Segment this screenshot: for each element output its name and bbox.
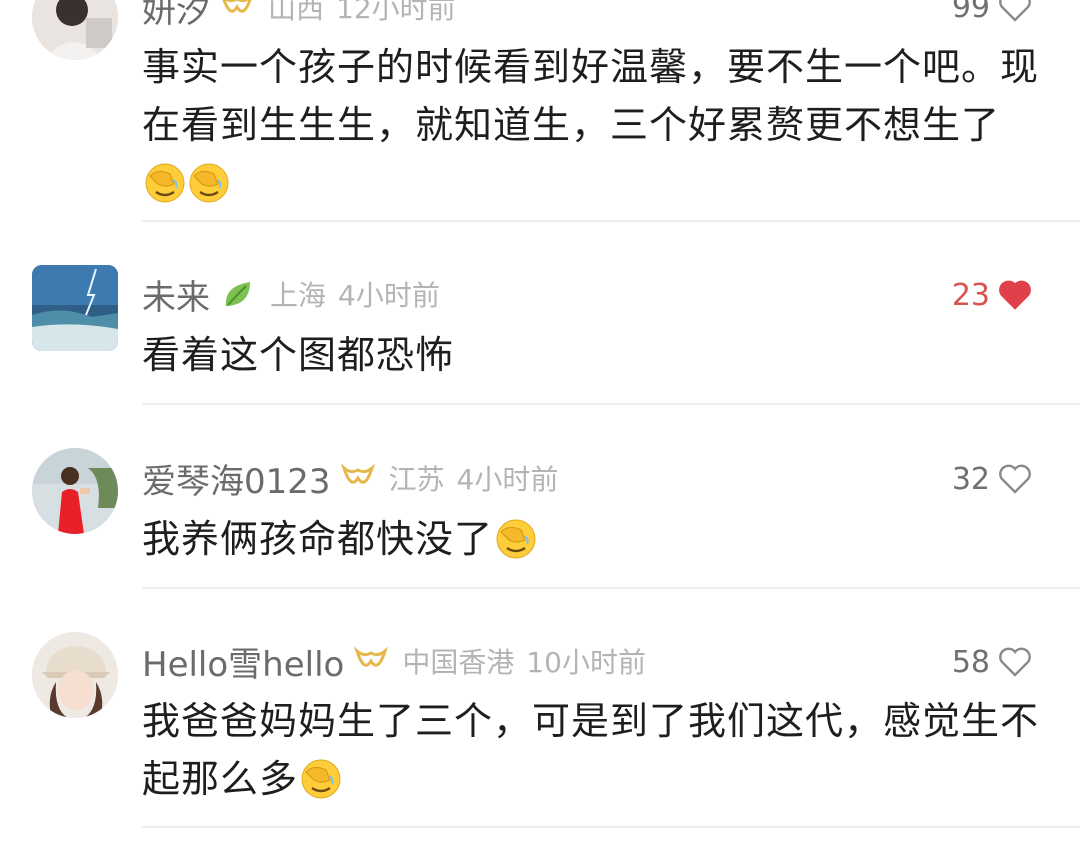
facepalm-emoji xyxy=(301,759,341,799)
vip-badge-icon xyxy=(340,464,375,492)
like-button[interactable]: 32 xyxy=(952,454,1032,504)
divider xyxy=(142,403,1080,405)
heart-icon xyxy=(999,464,1031,494)
username[interactable]: 妍汐 xyxy=(142,0,210,32)
facepalm-emoji xyxy=(496,519,536,559)
avatar[interactable] xyxy=(32,0,118,60)
location: 上海 xyxy=(270,279,327,312)
like-count: 58 xyxy=(951,644,990,680)
divider xyxy=(142,220,1080,222)
location: 江苏 xyxy=(388,463,445,496)
comment-meta: 妍汐 山西 12小时前 xyxy=(142,0,456,32)
leaf-icon xyxy=(220,276,256,312)
comment-text: 我爸爸妈妈生了三个，可是到了我们这代，感觉生不起那么多 xyxy=(142,692,1042,808)
like-button[interactable]: 58 xyxy=(952,637,1032,687)
comment-body: 我爸爸妈妈生了三个，可是到了我们这代，感觉生不起那么多 xyxy=(142,699,1040,801)
vip-badge-icon xyxy=(220,0,254,21)
comment-meta: 爱琴海0123 江苏 4小时前 xyxy=(142,453,558,503)
timestamp: 12小时前 xyxy=(336,0,456,25)
comment-body: 看着这个图都恐怖 xyxy=(142,333,455,377)
username[interactable]: Hello雪hello xyxy=(142,637,344,686)
like-count: 99 xyxy=(951,0,990,25)
like-count: 32 xyxy=(951,461,990,497)
vip-badge-icon xyxy=(354,647,389,675)
location: 中国香港 xyxy=(402,646,515,679)
timestamp: 4小时前 xyxy=(338,279,440,312)
heart-icon xyxy=(999,280,1031,310)
avatar[interactable] xyxy=(32,448,118,534)
username[interactable]: 爱琴海0123 xyxy=(142,454,331,503)
comment-meta: 未来 上海 4小时前 xyxy=(142,269,440,319)
facepalm-emoji xyxy=(189,163,229,203)
comment-text: 看着这个图都恐怖 xyxy=(142,326,1042,384)
like-button[interactable]: 23 xyxy=(952,270,1032,320)
username[interactable]: 未来 xyxy=(142,270,210,319)
comment-body: 事实一个孩子的时候看到好温馨，要不生一个吧。现在看到生生生，就知道生，三个好累赘… xyxy=(142,45,1040,147)
divider xyxy=(142,587,1080,589)
heart-icon xyxy=(999,0,1031,22)
facepalm-emoji xyxy=(145,163,185,203)
like-button[interactable]: 99 xyxy=(952,0,1032,32)
like-count: 23 xyxy=(951,277,990,313)
comment-body: 我养俩孩命都快没了 xyxy=(142,517,494,561)
location: 山西 xyxy=(268,0,325,25)
comment-meta: Hello雪hello 中国香港 10小时前 xyxy=(142,636,646,686)
comment-text: 事实一个孩子的时候看到好温馨，要不生一个吧。现在看到生生生，就知道生，三个好累赘… xyxy=(142,38,1042,212)
avatar[interactable] xyxy=(32,265,118,351)
timestamp: 10小时前 xyxy=(526,646,646,679)
timestamp: 4小时前 xyxy=(456,463,559,496)
comment-text: 我养俩孩命都快没了 xyxy=(142,510,1042,568)
avatar[interactable] xyxy=(32,632,118,718)
divider xyxy=(142,826,1080,828)
heart-icon xyxy=(999,647,1031,677)
